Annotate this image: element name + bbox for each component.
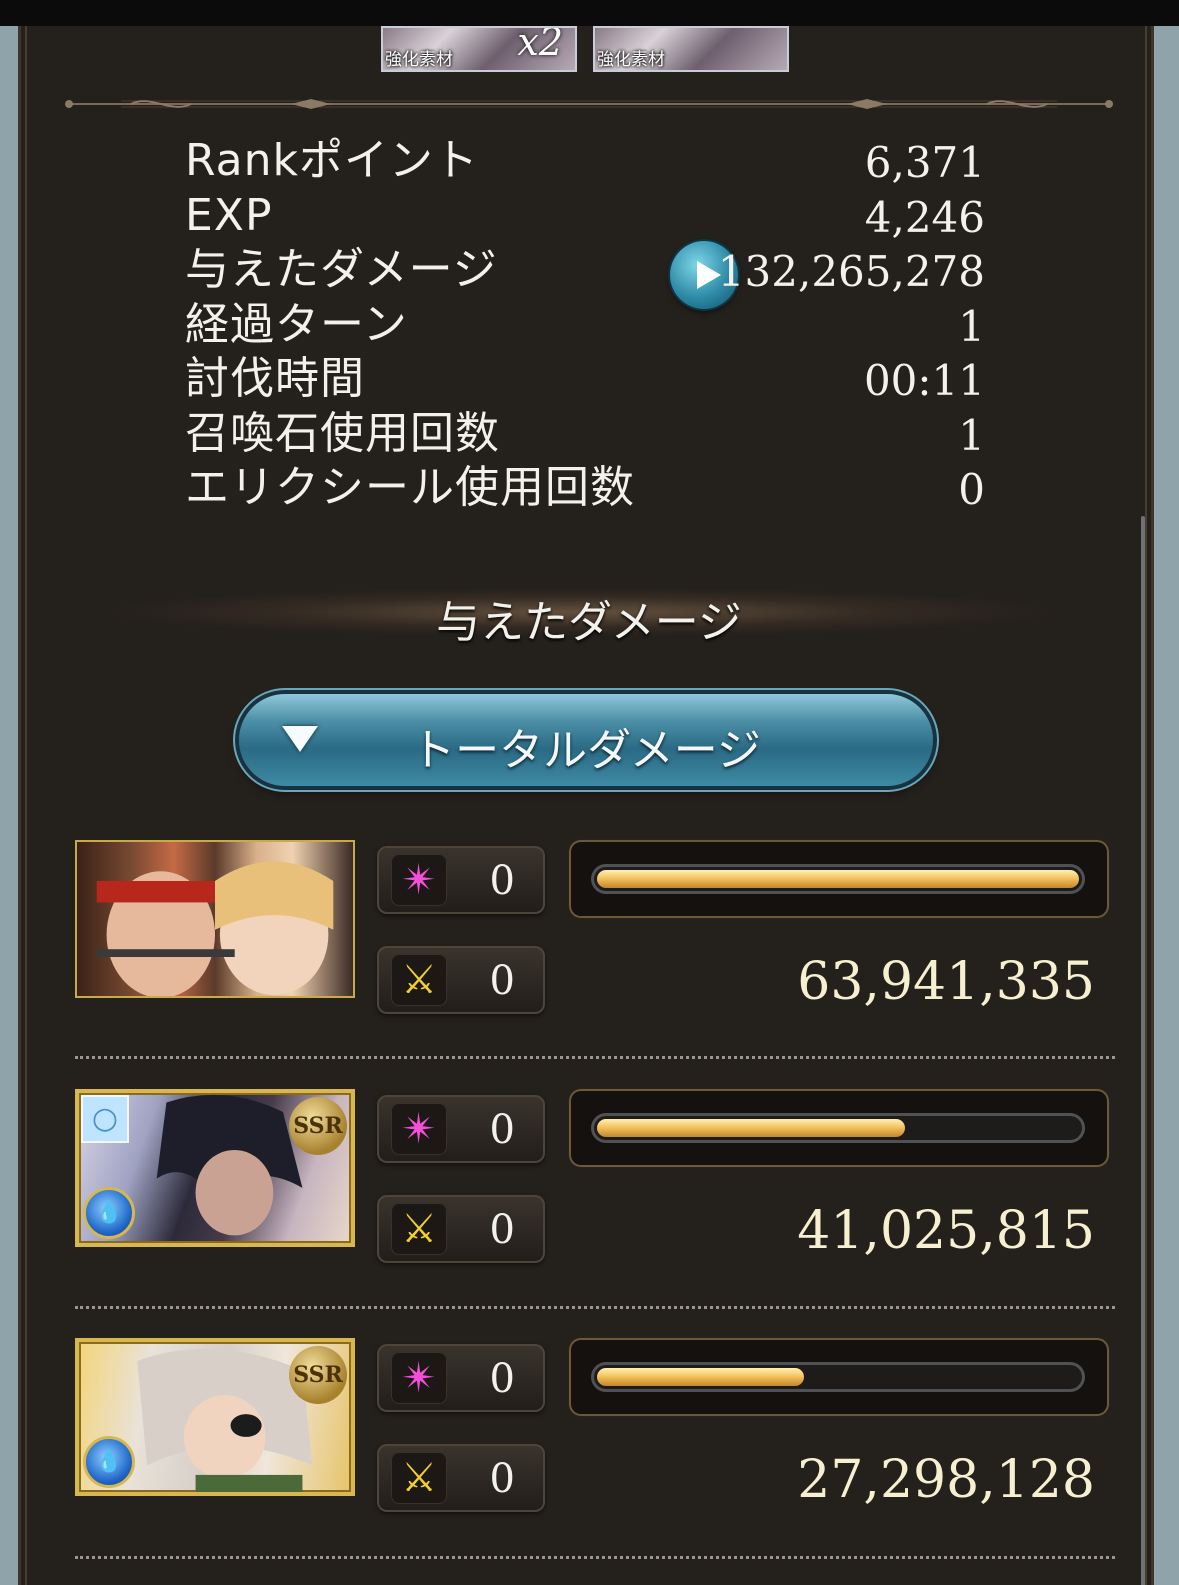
section-title: 与えたダメージ	[436, 597, 742, 648]
damage-bar-fill	[597, 1119, 905, 1137]
damage-bar-track	[591, 1362, 1085, 1392]
entry-separator	[75, 1056, 1115, 1059]
stat-value: 132,265,278	[717, 247, 985, 296]
result-stats: Rankポイント 6,371 EXP 4,246 与えたダメージ 132,265…	[185, 134, 985, 516]
burst-star-icon: ✴	[391, 854, 447, 906]
reward-count: x2	[517, 26, 563, 64]
stat-label: EXP	[185, 189, 273, 241]
battle-result-panel: x2 強化素材 強化素材 Rankポイント 6,371 EXP 4,246 与え…	[18, 26, 1154, 1585]
counter-value: 0	[489, 1456, 515, 1502]
special-attack-counter: ✴ 0	[377, 1095, 545, 1163]
damage-bar-track	[591, 1113, 1085, 1143]
damage-entry-1: ✴ 0 ⚔ 0 63,941,335	[75, 840, 1115, 1070]
entry-separator	[75, 1556, 1115, 1559]
character-portrait[interactable]	[75, 840, 355, 998]
stat-row-exp: EXP 4,246	[185, 189, 985, 244]
stat-value: 1	[958, 301, 985, 351]
stat-row-rank-points: Rankポイント 6,371	[185, 134, 985, 189]
damage-bar	[569, 1089, 1109, 1167]
character-portrait[interactable]: SSR 💧	[75, 1338, 355, 1496]
chain-burst-counter: ⚔ 0	[377, 1444, 545, 1512]
damage-value: 27,298,128	[797, 1450, 1095, 1510]
crossed-swords-icon: ⚔	[391, 1203, 447, 1255]
stat-value: 00:11	[863, 356, 985, 405]
stat-value: 0	[958, 465, 985, 514]
stat-row-time: 討伐時間 00:11	[185, 352, 985, 407]
scrollbar[interactable]	[1141, 516, 1145, 1585]
stat-label: 召喚石使用回数	[185, 407, 500, 459]
burst-star-icon: ✴	[391, 1352, 447, 1404]
status-bar	[0, 0, 1179, 26]
special-attack-counter: ✴ 0	[377, 846, 545, 914]
stat-value: 4,246	[864, 192, 985, 242]
damage-entry-3: SSR 💧 ✴ 0 ⚔ 0 27,298,128	[75, 1338, 1115, 1568]
damage-bar	[569, 1338, 1109, 1416]
counter-value: 0	[489, 1107, 515, 1153]
stat-label: 経過ターン	[185, 298, 408, 350]
water-element-icon: 💧	[83, 1436, 135, 1488]
reward-tag: 強化素材	[597, 50, 665, 70]
stat-row-turns: 経過ターン 1	[185, 298, 985, 353]
damage-bar-track	[591, 864, 1085, 894]
special-attack-counter: ✴ 0	[377, 1344, 545, 1412]
stat-row-elixir-uses: エリクシール使用回数 0	[185, 461, 985, 516]
stat-label: エリクシール使用回数	[185, 462, 635, 513]
ring-icon: ○	[81, 1095, 129, 1143]
entry-separator	[75, 1306, 1115, 1309]
crossed-swords-icon: ⚔	[391, 954, 447, 1006]
character-portrait[interactable]: ○ SSR 💧	[75, 1089, 355, 1247]
reward-item-1[interactable]: x2 強化素材	[381, 26, 577, 72]
damage-value: 63,941,335	[797, 952, 1095, 1012]
damage-bar-fill	[597, 870, 1079, 888]
water-element-icon: 💧	[83, 1187, 135, 1239]
counter-value: 0	[489, 1356, 515, 1402]
chain-burst-counter: ⚔ 0	[377, 946, 545, 1014]
stat-row-damage: 与えたダメージ 132,265,278	[185, 241, 985, 309]
portrait-art	[96, 861, 334, 996]
damage-type-dropdown[interactable]: トータルダメージ	[239, 694, 933, 786]
ssr-badge: SSR	[289, 1097, 347, 1155]
damage-bar	[569, 840, 1109, 918]
damage-entry-2: ○ SSR 💧 ✴ 0 ⚔ 0 41,025,815	[75, 1089, 1115, 1319]
burst-star-icon: ✴	[391, 1103, 447, 1155]
ornament-divider	[65, 99, 1113, 109]
stat-value: 1	[958, 410, 985, 460]
stat-label: 与えたダメージ	[185, 244, 498, 295]
dropdown-label: トータルダメージ	[411, 725, 761, 776]
damage-bar-fill	[597, 1368, 804, 1386]
ssr-badge: SSR	[289, 1346, 347, 1404]
stat-value: 6,371	[864, 138, 985, 187]
counter-value: 0	[489, 958, 515, 1004]
counter-value: 0	[489, 858, 515, 904]
stat-label: Rankポイント	[185, 135, 479, 186]
stat-row-summon-uses: 召喚石使用回数 1	[185, 407, 985, 462]
chain-burst-counter: ⚔ 0	[377, 1195, 545, 1263]
reward-tag: 強化素材	[385, 50, 453, 70]
counter-value: 0	[489, 1207, 515, 1253]
damage-value: 41,025,815	[797, 1201, 1095, 1261]
reward-item-2[interactable]: 強化素材	[593, 26, 789, 72]
stat-label: 討伐時間	[185, 353, 365, 404]
crossed-swords-icon: ⚔	[391, 1452, 447, 1504]
